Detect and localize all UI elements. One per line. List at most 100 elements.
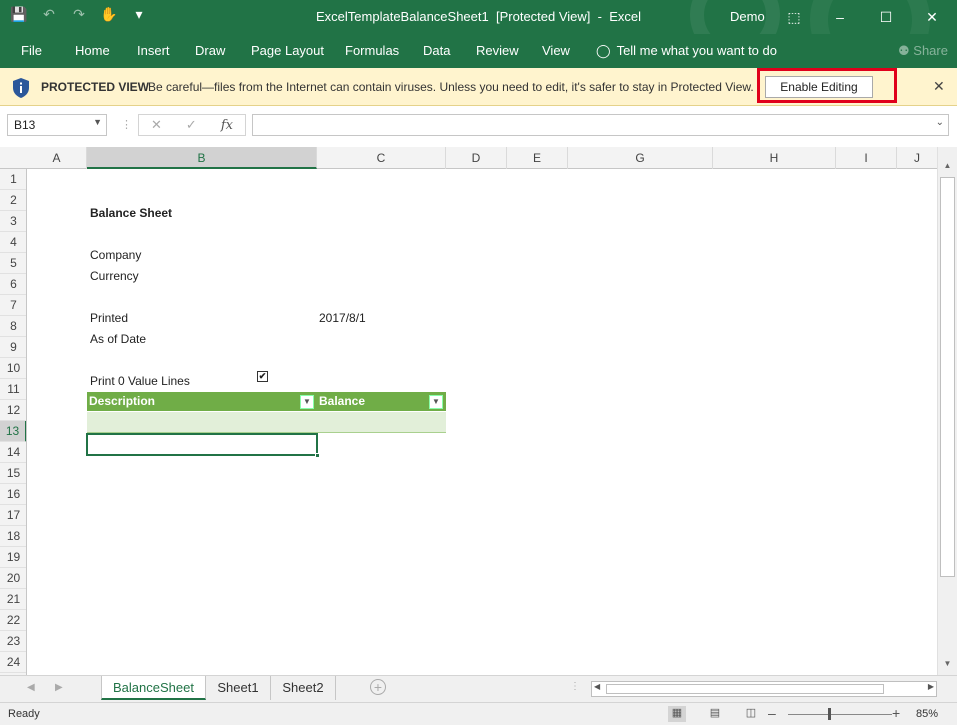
currency-label[interactable]: Currency <box>90 269 139 283</box>
expand-formula-icon[interactable]: ⌄ <box>936 117 944 128</box>
row-header-7[interactable]: 7 <box>0 295 26 316</box>
tab-splitter-icon[interactable]: ⋮ <box>570 681 580 692</box>
printed-date[interactable]: 2017/8/1 <box>319 311 366 325</box>
tab-draw[interactable]: Draw <box>195 43 225 58</box>
tab-view[interactable]: View <box>542 43 570 58</box>
scroll-right-icon[interactable]: ▶ <box>928 682 934 691</box>
undo-icon[interactable]: ↶ <box>38 6 60 23</box>
scroll-up-icon[interactable]: ▲ <box>938 161 957 177</box>
vertical-scroll-thumb[interactable] <box>940 177 955 577</box>
row-header-14[interactable]: 14 <box>0 442 26 463</box>
scroll-down-icon[interactable]: ▼ <box>938 659 957 675</box>
redo-icon[interactable]: ↷ <box>68 6 90 23</box>
ribbon-display-options-icon[interactable]: ⬚ <box>777 4 811 30</box>
table-header-balance[interactable]: Balance ▼ <box>317 392 446 411</box>
row-header-17[interactable]: 17 <box>0 505 26 526</box>
column-header-a[interactable]: A <box>27 147 87 169</box>
row-header-19[interactable]: 19 <box>0 547 26 568</box>
row-header-13[interactable]: 13 <box>0 421 26 442</box>
formula-input[interactable]: ⌄ <box>252 114 949 136</box>
table-row[interactable] <box>87 412 446 433</box>
row-header-23[interactable]: 23 <box>0 631 26 652</box>
tab-home[interactable]: Home <box>75 43 110 58</box>
tab-review[interactable]: Review <box>476 43 519 58</box>
row-header-21[interactable]: 21 <box>0 589 26 610</box>
zoom-slider-track[interactable] <box>788 714 892 715</box>
row-header-4[interactable]: 4 <box>0 232 26 253</box>
zoom-level[interactable]: 85% <box>916 708 938 720</box>
tab-page-layout[interactable]: Page Layout <box>251 43 324 58</box>
column-header-i[interactable]: I <box>836 147 897 169</box>
row-header-5[interactable]: 5 <box>0 253 26 274</box>
row-header-6[interactable]: 6 <box>0 274 26 295</box>
printed-label[interactable]: Printed <box>90 311 128 325</box>
add-sheet-icon[interactable]: + <box>370 679 386 695</box>
sheet-tab-balancesheet[interactable]: BalanceSheet <box>101 676 206 700</box>
row-header-24[interactable]: 24 <box>0 652 26 673</box>
row-header-18[interactable]: 18 <box>0 526 26 547</box>
tab-insert[interactable]: Insert <box>137 43 170 58</box>
column-header-e[interactable]: E <box>507 147 568 169</box>
row-header-1[interactable]: 1 <box>0 169 26 190</box>
column-header-g[interactable]: G <box>568 147 713 169</box>
row-header-15[interactable]: 15 <box>0 463 26 484</box>
zoom-slider-knob[interactable] <box>828 708 831 720</box>
normal-view-icon[interactable]: ▦ <box>668 706 686 722</box>
column-header-j[interactable]: J <box>897 147 937 169</box>
close-window-icon[interactable]: ✕ <box>915 4 949 30</box>
scroll-tabs-right-icon[interactable]: ▶ <box>55 682 63 693</box>
horizontal-scrollbar[interactable]: ◀ ▶ <box>591 681 937 697</box>
sheet-tab-sheet1[interactable]: Sheet1 <box>206 676 271 700</box>
filter-dropdown-icon[interactable]: ▼ <box>300 395 314 409</box>
horizontal-scroll-thumb[interactable] <box>606 684 884 694</box>
sheet-title[interactable]: Balance Sheet <box>90 206 172 220</box>
maximize-icon[interactable]: ☐ <box>869 4 903 30</box>
column-header-h[interactable]: H <box>713 147 836 169</box>
row-header-2[interactable]: 2 <box>0 190 26 211</box>
table-header-description[interactable]: Description ▼ <box>87 392 317 411</box>
name-box[interactable]: B13 ▼ <box>7 114 107 136</box>
close-protected-bar-icon[interactable]: ✕ <box>933 78 945 95</box>
formula-bar-grip-icon[interactable]: ⋮ <box>121 118 132 131</box>
cancel-icon[interactable]: ✕ <box>151 117 162 133</box>
active-cell-b13[interactable] <box>86 433 320 458</box>
tab-data[interactable]: Data <box>423 43 450 58</box>
save-icon[interactable]: 💾 <box>8 6 30 23</box>
customize-toolbar-icon[interactable]: ▾ <box>128 6 150 23</box>
page-layout-view-icon[interactable]: ▤ <box>706 706 724 722</box>
print-zero-lines-label[interactable]: Print 0 Value Lines <box>90 374 190 388</box>
row-header-9[interactable]: 9 <box>0 337 26 358</box>
column-header-c[interactable]: C <box>317 147 446 169</box>
as-of-date-label[interactable]: As of Date <box>90 332 146 346</box>
zoom-in-button[interactable]: + <box>892 705 900 721</box>
column-header-d[interactable]: D <box>446 147 507 169</box>
company-label[interactable]: Company <box>90 248 141 262</box>
user-name[interactable]: Demo <box>730 9 765 24</box>
tab-file[interactable]: File <box>21 43 42 58</box>
tell-me-search[interactable]: ◯ Tell me what you want to do <box>596 43 777 59</box>
row-header-10[interactable]: 10 <box>0 358 26 379</box>
row-header-22[interactable]: 22 <box>0 610 26 631</box>
row-header-20[interactable]: 20 <box>0 568 26 589</box>
row-header-8[interactable]: 8 <box>0 316 26 337</box>
sheet-tab-sheet2[interactable]: Sheet2 <box>271 676 336 700</box>
filter-dropdown-icon[interactable]: ▼ <box>429 395 443 409</box>
row-header-16[interactable]: 16 <box>0 484 26 505</box>
enable-editing-button[interactable]: Enable Editing <box>765 76 873 98</box>
chevron-down-icon[interactable]: ▼ <box>93 117 102 127</box>
touch-mode-icon[interactable]: ✋ <box>98 6 120 23</box>
row-header-12[interactable]: 12 <box>0 400 26 421</box>
scroll-left-icon[interactable]: ◀ <box>594 682 600 691</box>
insert-function-icon[interactable]: fx <box>221 118 233 133</box>
minimize-icon[interactable]: – <box>823 4 857 30</box>
fill-handle[interactable] <box>315 453 320 458</box>
row-header-3[interactable]: 3 <box>0 211 26 232</box>
zoom-out-button[interactable]: – <box>768 705 776 721</box>
share-button[interactable]: ⚉ Share <box>898 43 948 59</box>
row-header-11[interactable]: 11 <box>0 379 26 400</box>
vertical-scrollbar[interactable]: ▲ ▼ <box>937 147 957 675</box>
print-zero-checkbox[interactable]: ✔ <box>257 371 268 382</box>
page-break-preview-icon[interactable]: ◫ <box>742 706 760 722</box>
scroll-tabs-left-icon[interactable]: ◀ <box>27 682 35 693</box>
column-header-b[interactable]: B <box>87 147 317 169</box>
